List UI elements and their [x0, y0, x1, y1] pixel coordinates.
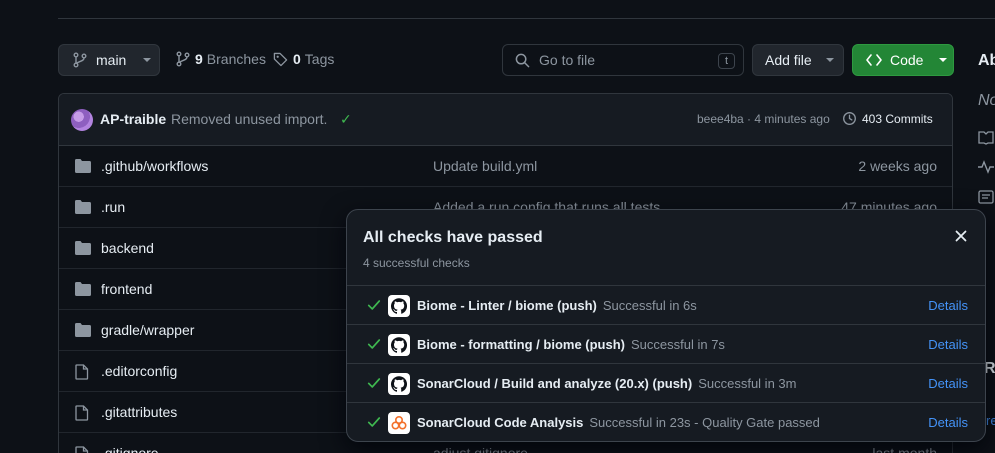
file-icon	[75, 405, 89, 421]
about-heading: Ab	[978, 52, 995, 69]
check-status: Successful in 7s	[631, 337, 725, 352]
tag-icon	[273, 52, 288, 66]
commit-sha-time[interactable]: beee4ba · 4 minutes ago	[697, 112, 830, 126]
folder-icon	[75, 282, 91, 296]
commit-message[interactable]: Removed unused import.	[171, 111, 327, 127]
code-icon	[866, 54, 882, 66]
folder-icon	[75, 159, 91, 173]
activity-icon[interactable]	[978, 160, 994, 174]
book-icon[interactable]	[978, 131, 994, 145]
check-name-text: SonarCloud Code Analysis	[417, 415, 584, 430]
folder-icon	[75, 200, 91, 214]
commits-count-label: 403 Commits	[862, 111, 933, 126]
check-icon	[367, 417, 381, 427]
close-icon[interactable]	[953, 228, 969, 244]
file-name[interactable]: .editorconfig	[101, 363, 177, 379]
file-commit-date: 2 weeks ago	[858, 158, 937, 174]
tags-count: 0	[293, 51, 301, 67]
check-name[interactable]: SonarCloud Code Analysis Successful in 23…	[417, 415, 820, 430]
github-icon	[388, 334, 410, 356]
checks-subtitle: 4 successful checks	[363, 256, 470, 270]
file-name[interactable]: .gitattributes	[101, 404, 177, 420]
file-name[interactable]: .run	[101, 199, 125, 215]
commit-author[interactable]: AP-traible	[100, 111, 166, 127]
releases-link[interactable]: re	[986, 413, 995, 428]
details-link[interactable]: Details	[928, 376, 968, 391]
search-placeholder: Go to file	[539, 52, 596, 68]
check-status: Successful in 23s - Quality Gate passed	[589, 415, 820, 430]
check-icon	[367, 339, 381, 349]
tags-label: Tags	[304, 51, 335, 67]
file-name[interactable]: .github/workflows	[101, 158, 208, 174]
check-name-text: SonarCloud / Build and analyze (20.x) (p…	[417, 376, 693, 391]
about-description: No	[978, 92, 995, 109]
folder-icon	[75, 241, 91, 255]
branches-count: 9	[195, 51, 203, 67]
check-row: Biome - formatting / biome (push) Success…	[347, 324, 985, 363]
file-commit-date: last month	[872, 445, 937, 453]
check-name-text: Biome - formatting / biome (push)	[417, 337, 625, 352]
latest-commit-bar: AP-traible Removed unused import. ✓ beee…	[59, 94, 952, 146]
git-branch-icon	[73, 52, 87, 68]
file-commit-message[interactable]: adjust gitignore	[433, 445, 528, 453]
add-file-button[interactable]: Add file	[752, 44, 844, 76]
file-name[interactable]: backend	[101, 240, 154, 256]
file-commit-message[interactable]: Update build.yml	[433, 158, 537, 174]
check-row: SonarCloud / Build and analyze (20.x) (p…	[347, 363, 985, 402]
file-icon	[75, 364, 89, 380]
check-status-icon[interactable]: ✓	[340, 111, 352, 128]
check-name[interactable]: Biome - formatting / biome (push) Success…	[417, 337, 725, 352]
check-icon	[367, 378, 381, 388]
check-name[interactable]: SonarCloud / Build and analyze (20.x) (p…	[417, 376, 796, 391]
file-name[interactable]: gradle/wrapper	[101, 322, 194, 338]
file-name[interactable]: .gitignore	[101, 445, 159, 453]
tags-link[interactable]: 0 Tags	[273, 51, 334, 67]
file-name[interactable]: frontend	[101, 281, 152, 297]
details-link[interactable]: Details	[928, 415, 968, 430]
sonarcloud-icon	[388, 412, 410, 434]
file-icon	[75, 446, 89, 453]
git-branch-icon	[176, 51, 190, 67]
details-link[interactable]: Details	[928, 337, 968, 352]
commits-link[interactable]: 403 Commits	[842, 111, 933, 126]
search-icon	[515, 53, 530, 67]
check-name-text: Biome - Linter / biome (push)	[417, 298, 597, 313]
check-status: Successful in 3m	[698, 376, 797, 391]
checks-popover: All checks have passed 4 successful chec…	[346, 209, 986, 442]
chevron-down-icon	[939, 58, 948, 62]
history-icon	[843, 112, 856, 125]
github-icon	[388, 295, 410, 317]
chevron-down-icon	[143, 58, 152, 62]
branches-label: Branches	[206, 51, 266, 67]
top-divider	[58, 18, 995, 19]
code-label: Code	[890, 52, 924, 68]
check-status: Successful in 6s	[602, 298, 697, 313]
check-icon	[367, 300, 381, 310]
search-shortcut-key: t	[718, 53, 735, 69]
details-link[interactable]: Details	[928, 298, 968, 313]
add-file-label: Add file	[765, 52, 812, 68]
check-name[interactable]: Biome - Linter / biome (push) Successful …	[417, 298, 697, 313]
file-row[interactable]: .github/workflows Update build.yml 2 wee…	[59, 146, 952, 187]
github-icon	[388, 373, 410, 395]
avatar[interactable]	[71, 109, 93, 131]
check-row: Biome - Linter / biome (push) Successful …	[347, 285, 985, 324]
branch-name: main	[96, 52, 127, 68]
branches-link[interactable]: 9 Branches	[176, 51, 266, 67]
checks-title: All checks have passed	[363, 229, 543, 246]
check-row: SonarCloud Code Analysis Successful in 23…	[347, 402, 985, 441]
chevron-down-icon	[825, 58, 834, 62]
folder-icon	[75, 323, 91, 337]
branch-selector-button[interactable]: main	[58, 44, 160, 76]
code-button[interactable]: Code	[852, 44, 954, 76]
note-icon[interactable]	[978, 190, 994, 204]
checks-list: Biome - Linter / biome (push) Successful …	[347, 285, 985, 441]
go-to-file-search[interactable]: Go to file t	[502, 44, 744, 76]
